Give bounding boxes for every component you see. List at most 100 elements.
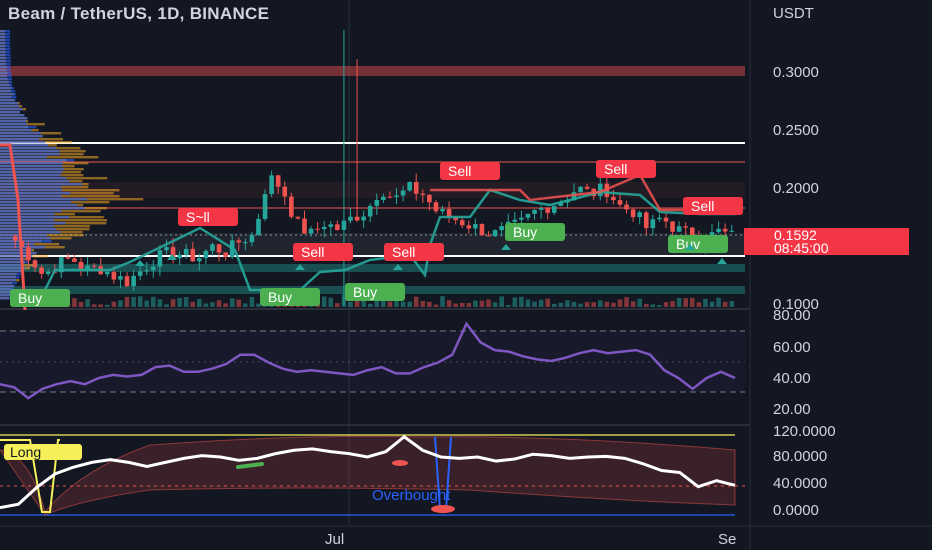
volume-bar xyxy=(670,301,675,307)
candle-body xyxy=(532,209,537,214)
profile-bar xyxy=(0,30,11,33)
candle-body xyxy=(716,228,721,233)
volume-bar xyxy=(558,302,564,307)
candle-body xyxy=(637,212,642,218)
candle-body xyxy=(400,190,406,196)
candle-body xyxy=(105,272,110,275)
volume-bar xyxy=(565,300,570,307)
profile-bar xyxy=(0,81,12,84)
volume-bar xyxy=(400,301,406,307)
candle-body xyxy=(157,250,163,267)
price-tick: 0.2000 xyxy=(773,180,819,197)
buy-signal-text: Buy xyxy=(353,284,377,300)
candle-body xyxy=(65,257,71,259)
chart-window[interactable]: S~ll Sell Sell Sell Sell Sell Buy Buy Buy Buy Buv … xyxy=(0,0,932,550)
profile-bar xyxy=(0,36,11,39)
candle-body xyxy=(545,208,550,213)
candle-body xyxy=(144,270,150,272)
volume-bar xyxy=(420,301,426,307)
candle-body xyxy=(328,224,334,227)
volume-bar xyxy=(427,301,432,307)
price-tick: 0.2500 xyxy=(773,122,819,139)
volume-bar xyxy=(499,296,504,307)
sell-signal: Sell xyxy=(440,162,500,180)
candle-body xyxy=(26,246,31,261)
sell-signal: S~ll xyxy=(178,208,238,226)
profile-bar xyxy=(0,75,12,78)
profile-bar xyxy=(0,171,63,174)
volume-bar xyxy=(505,304,511,307)
profile-bar xyxy=(0,222,66,225)
sell-signal-text: Sell xyxy=(604,161,627,177)
candle-body xyxy=(262,194,268,219)
volume-bar xyxy=(604,301,610,307)
profile-bar xyxy=(0,33,11,36)
volume-bar xyxy=(683,298,689,307)
candle-body xyxy=(203,250,209,259)
current-price-tag: 0.1592 08:45:00 xyxy=(744,228,909,255)
profile-bar xyxy=(0,135,43,138)
volume-bar xyxy=(532,301,537,307)
resistance-zone xyxy=(0,66,745,76)
candle-body xyxy=(348,216,353,221)
volume-bar xyxy=(210,302,215,307)
volume-bar xyxy=(571,301,577,307)
profile-bar xyxy=(0,84,13,87)
volume-bar xyxy=(446,300,452,307)
volume-bar xyxy=(170,299,176,307)
osc-tick: 120.0000 xyxy=(773,423,836,440)
volume-bar xyxy=(466,303,472,307)
candle-body xyxy=(197,258,202,262)
volume-bar xyxy=(367,303,373,307)
volume-bar xyxy=(630,301,636,307)
profile-bar xyxy=(0,198,88,201)
osc-alert-dot xyxy=(431,505,455,513)
volume-bar xyxy=(643,304,649,307)
candle-body xyxy=(256,218,261,236)
profile-bar xyxy=(0,231,61,234)
volume-bar xyxy=(183,297,189,307)
candle-body xyxy=(302,218,307,234)
profile-bar xyxy=(0,132,41,135)
candle-body xyxy=(183,248,189,255)
candle-body xyxy=(367,205,373,217)
candle-body xyxy=(525,213,531,218)
volume-bar xyxy=(696,302,702,307)
candle-body xyxy=(78,261,84,270)
profile-bar xyxy=(0,168,64,171)
volume-bar xyxy=(151,296,156,307)
candle-body xyxy=(275,175,281,187)
sell-signal: Sell xyxy=(384,243,444,261)
profile-bar xyxy=(0,228,57,231)
volume-bar xyxy=(597,300,603,307)
tradingview-chart[interactable]: S~llSell SellSell SellSellBuy Buy BuyBuyBuv … xyxy=(0,0,932,550)
profile-bar xyxy=(0,48,11,51)
sell-signal: Sell xyxy=(293,243,353,261)
volume-bar xyxy=(578,303,583,307)
profile-bar xyxy=(0,282,17,285)
overbought-label: Overbought xyxy=(372,487,451,504)
candle-body xyxy=(335,224,340,230)
candle-body xyxy=(643,212,649,229)
profile-bar xyxy=(0,72,12,75)
candle-body xyxy=(32,260,38,268)
volume-bar xyxy=(216,300,222,307)
candle-body xyxy=(118,276,123,280)
volume-bar xyxy=(519,296,524,307)
buy-signal: Buy xyxy=(345,283,405,301)
chart-title: Beam / TetherUS, 1D, BINANCE xyxy=(8,4,270,23)
volume-bar xyxy=(387,301,393,307)
candle-body xyxy=(315,228,320,230)
candle-body xyxy=(394,195,399,198)
profile-bar xyxy=(0,273,21,276)
bar-countdown: 08:45:00 xyxy=(774,240,829,256)
candle-body xyxy=(466,225,472,229)
volume-bar xyxy=(105,304,110,307)
volume-bar xyxy=(164,304,169,307)
candle-body xyxy=(611,196,616,201)
volume-bar xyxy=(78,301,84,307)
candle-body xyxy=(12,236,18,241)
candle-body xyxy=(45,271,51,274)
volume-bar xyxy=(663,302,669,307)
rsi-tick: 80.00 xyxy=(773,307,811,324)
